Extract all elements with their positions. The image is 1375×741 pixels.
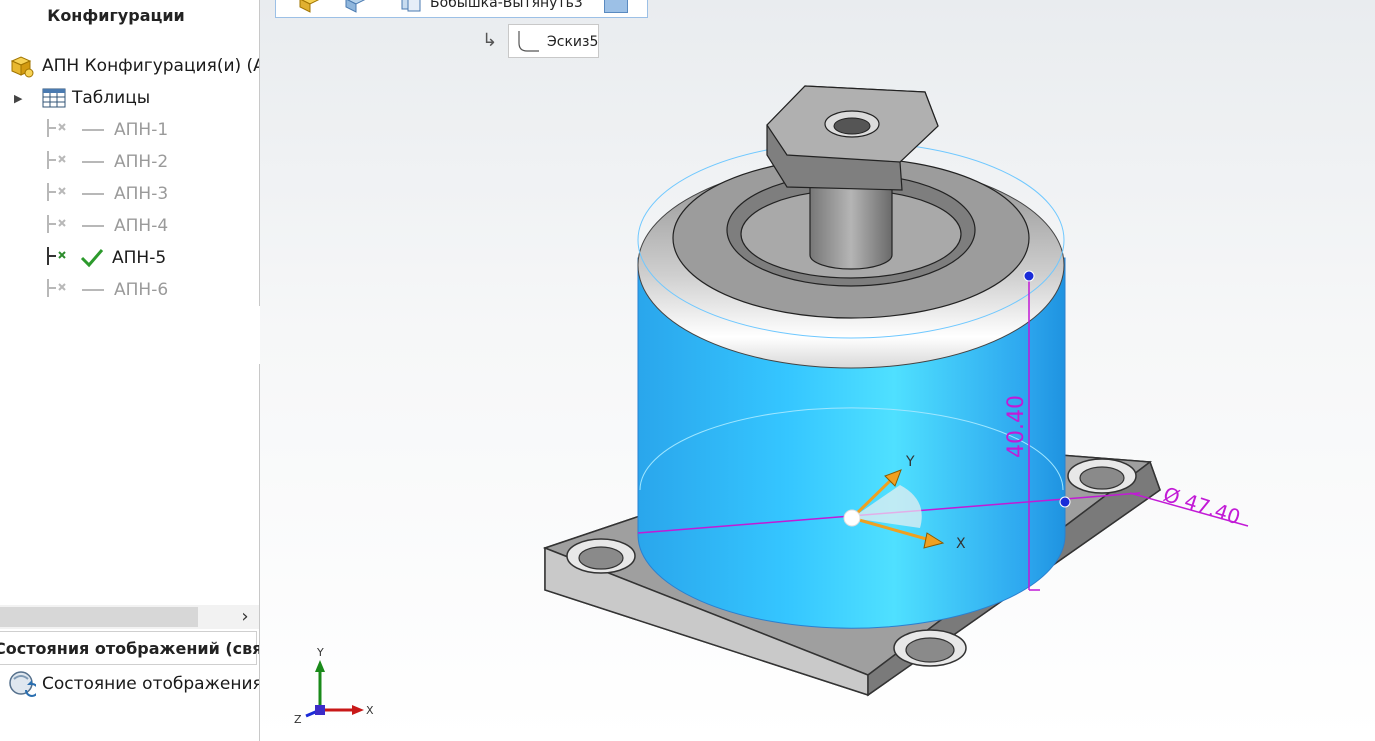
height-dimension-value[interactable]: 40.40 [1004, 395, 1029, 458]
config-label: АПН-4 [114, 216, 169, 236]
configuration-icon [44, 117, 74, 144]
scrollbar-thumb[interactable] [0, 607, 198, 627]
config-item-2[interactable]: АПН-2 [44, 147, 168, 177]
configuration-icon [44, 277, 74, 304]
config-label: АПН-1 [114, 120, 169, 140]
config-root-item[interactable]: АПН Конфигурация(и) (АПН-5) [8, 51, 259, 81]
inactive-dash-icon [82, 129, 104, 131]
config-item-1[interactable]: АПН-1 [44, 115, 168, 145]
config-label: АПН-6 [114, 280, 169, 300]
tree-item-tables[interactable]: ▶ Таблицы [14, 83, 150, 113]
part-icon[interactable] [298, 0, 322, 17]
config-item-5[interactable]: АПН-5 [44, 243, 166, 273]
table-icon [42, 87, 66, 109]
expand-arrow-icon[interactable]: ▶ [14, 92, 28, 105]
axis-x-label: X [366, 704, 374, 717]
config-label: АПН-2 [114, 152, 169, 172]
sketch-arrow-icon: ↳ [482, 30, 498, 51]
inactive-dash-icon [82, 225, 104, 227]
config-item-6[interactable]: АПН-6 [44, 275, 168, 305]
part-configurations-icon [8, 51, 36, 81]
sketch-label[interactable]: Эскиз5 [547, 34, 598, 50]
axis-z-label: Z [294, 713, 302, 726]
inactive-dash-icon [82, 161, 104, 163]
config-root-label: АПН Конфигурация(и) (АПН-5) [42, 56, 259, 76]
scroll-right-arrow-icon[interactable]: › [235, 605, 255, 629]
inactive-dash-icon [82, 289, 104, 291]
graphics-area[interactable]: 40.40 Ø 47.40 Y X Y X Z Бобышка-Вытянуть… [260, 0, 1375, 741]
configuration-icon [44, 213, 74, 240]
triad-x-label: X [956, 536, 966, 552]
active-checkmark-icon [80, 247, 104, 269]
config-item-4[interactable]: АПН-4 [44, 211, 168, 241]
display-states-header: Состояния отображений (свя... [0, 631, 260, 665]
selection-breadcrumb[interactable]: Бобышка-Вытянуть3 [275, 0, 648, 18]
inactive-dash-icon [82, 193, 104, 195]
config-item-3[interactable]: АПН-3 [44, 179, 168, 209]
configuration-icon [44, 181, 74, 208]
extrude-feature-icon[interactable] [398, 0, 424, 17]
configuration-icon [44, 149, 74, 176]
dimension-handle[interactable] [1023, 270, 1035, 282]
display-state-label: Состояние отображения-6 [42, 674, 260, 694]
config-label: АПН-3 [114, 184, 169, 204]
horizontal-scrollbar[interactable]: › [0, 605, 259, 629]
sketch-icon [515, 29, 541, 57]
diameter-dimension-value[interactable]: Ø 47.40 [1160, 482, 1243, 529]
mount-hole [893, 629, 967, 667]
panel-title: Конфигурации [47, 6, 185, 25]
display-state-icon [8, 670, 39, 698]
configuration-icon [44, 245, 74, 272]
dimension-handle[interactable] [1059, 496, 1071, 508]
config-label: АПН-5 [112, 248, 167, 268]
feature-label[interactable]: Бобышка-Вытянуть3 [430, 0, 583, 11]
face-selection-icon[interactable] [604, 0, 628, 13]
body-icon[interactable] [344, 0, 368, 17]
display-state-item[interactable]: Состояние отображения-6 [8, 670, 260, 698]
sketch-breadcrumb[interactable]: Эскиз5 [508, 24, 599, 58]
axis-y-label: Y [316, 646, 324, 659]
display-states-title: Состояния отображений (свя... [0, 639, 260, 658]
view-orientation-axes: Y X Z [294, 646, 374, 726]
model-scene[interactable]: 40.40 Ø 47.40 Y X Y X Z [260, 0, 1375, 741]
mount-hole [566, 538, 636, 574]
mount-hole [1067, 458, 1137, 494]
configuration-manager-panel: Конфигурации АПН Конфигурация(и) (АПН-5)… [0, 0, 260, 741]
triad-y-label: Y [905, 454, 915, 470]
tree-item-label: Таблицы [72, 88, 151, 108]
